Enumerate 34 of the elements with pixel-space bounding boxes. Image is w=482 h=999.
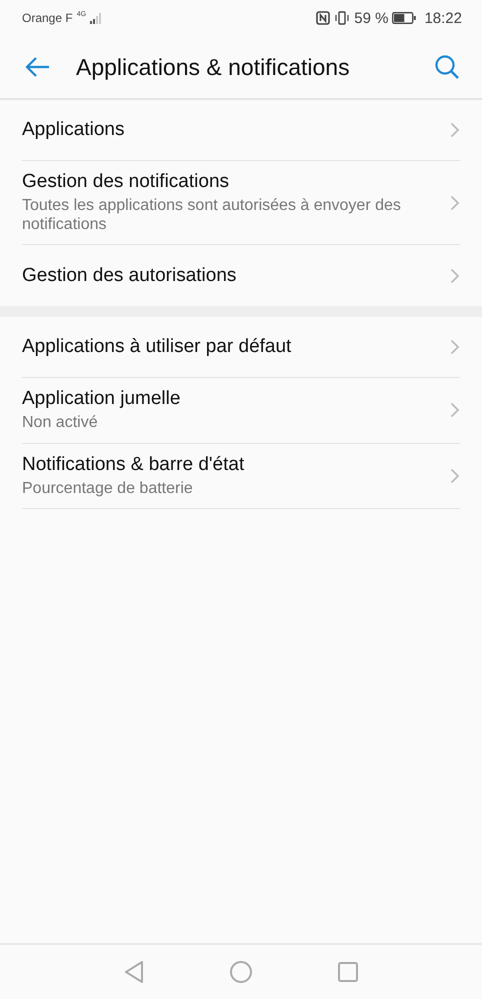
- chevron-icon: [450, 339, 460, 356]
- settings-item[interactable]: Gestion des autorisations: [22, 245, 460, 306]
- item-title: Gestion des autorisations: [22, 264, 238, 287]
- signal-icon: [90, 12, 102, 24]
- chevron-icon: [450, 402, 460, 418]
- settings-item[interactable]: Gestion des notifications Toutes les applications sont autorisées à envoyer des notifications: [22, 161, 460, 246]
- back-arrow-icon[interactable]: [24, 56, 50, 78]
- recents-icon[interactable]: [337, 961, 359, 983]
- settings-item[interactable]: Notifications & barre d'état Pourcentage de batterie: [22, 444, 460, 509]
- battery-percent: 59 %: [354, 10, 388, 26]
- chevron-icon: [450, 268, 460, 284]
- settings-item[interactable]: Applications à utiliser par défaut: [22, 317, 460, 378]
- page-title: Applications & notifications: [76, 54, 351, 80]
- battery-icon: [392, 12, 416, 24]
- back-icon[interactable]: [123, 960, 145, 984]
- settings-item[interactable]: Applications: [22, 100, 460, 161]
- item-title: Notifications & barre d'état: [22, 454, 246, 476]
- item-title: Applications à utiliser par défaut: [22, 336, 292, 358]
- clock: 18:22: [424, 10, 462, 26]
- item-subtitle: Non activé: [22, 413, 99, 433]
- chevron-icon: [450, 194, 460, 211]
- item-title: Applications: [22, 119, 126, 141]
- settings-item[interactable]: Application jumelle Non activé: [22, 378, 460, 444]
- nfc-icon: [316, 11, 330, 25]
- item-subtitle: Pourcentage de batterie: [22, 478, 194, 498]
- vibrate-icon: [334, 11, 350, 25]
- chevron-icon: [450, 122, 460, 138]
- chevron-icon: [450, 468, 460, 484]
- item-title: Gestion des notifications: [22, 171, 230, 193]
- item-title: Application jumelle: [22, 388, 182, 410]
- home-icon[interactable]: [229, 960, 253, 984]
- carrier-name: Orange F: [22, 11, 73, 25]
- search-icon[interactable]: [434, 54, 460, 80]
- item-subtitle: Toutes les applications sont autorisées à envoyer des notifications: [22, 196, 402, 234]
